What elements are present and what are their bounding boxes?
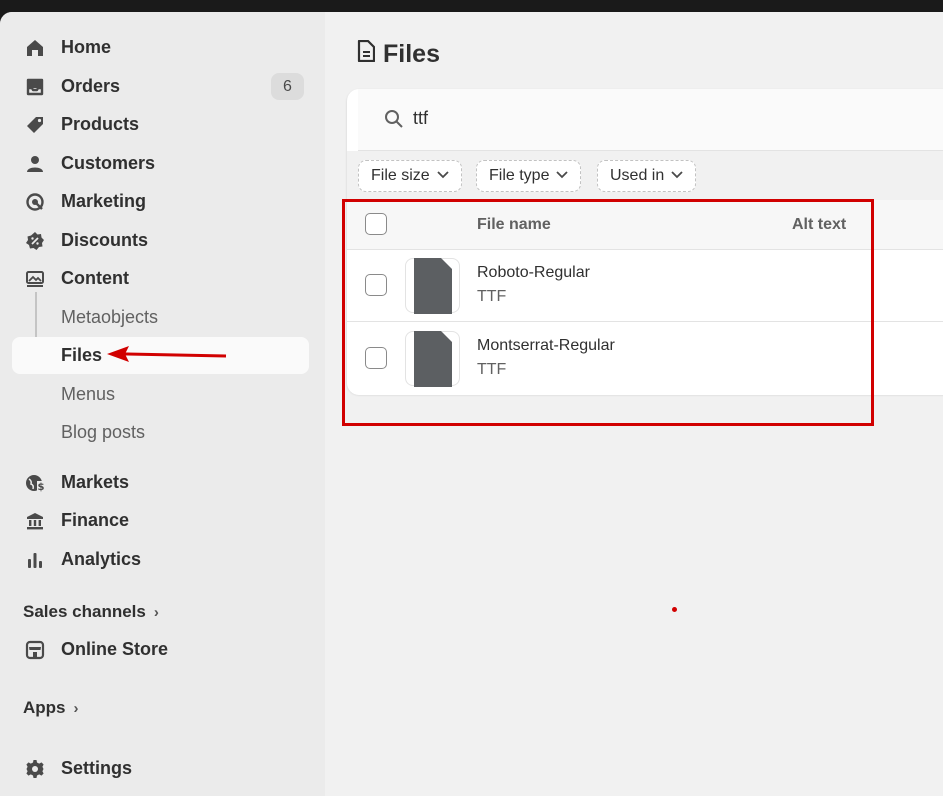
file-icon <box>357 39 376 69</box>
sidebar-item-label: Customers <box>61 153 156 173</box>
file-thumbnail <box>405 257 460 314</box>
sidebar-item-label: Content <box>61 268 129 288</box>
sales-channels-header[interactable]: Sales channels › <box>23 602 159 622</box>
files-card: ttf File size File type Used in File nam… <box>347 89 943 395</box>
chevron-right-icon: › <box>153 603 159 621</box>
sidebar-item-products[interactable]: Products <box>12 106 309 143</box>
chevron-right-icon: › <box>73 699 79 717</box>
table-header: File name Alt text <box>347 200 943 250</box>
file-thumbnail <box>405 330 460 387</box>
filter-label: File type <box>489 167 550 184</box>
chevron-down-icon <box>671 170 683 182</box>
discount-icon <box>24 230 46 252</box>
orders-count-badge: 6 <box>271 73 304 100</box>
person-icon <box>24 153 46 175</box>
sidebar-item-label: Discounts <box>61 230 149 250</box>
globe-icon: $ <box>24 472 46 494</box>
filter-file-type[interactable]: File type <box>476 160 582 192</box>
row-checkbox[interactable] <box>365 274 387 296</box>
sidebar-item-metaobjects[interactable]: Metaobjects <box>12 299 309 336</box>
app-shell: Home Orders 6 Products Customers Marketi… <box>0 12 943 796</box>
top-bar <box>0 0 943 12</box>
apps-header[interactable]: Apps › <box>23 698 79 718</box>
page-title: Files <box>357 39 440 69</box>
tag-icon <box>24 114 46 136</box>
file-name[interactable]: Montserrat-Regular <box>477 337 615 355</box>
annotation-arrow <box>107 346 227 362</box>
apps-title: Apps <box>23 698 66 717</box>
sales-channels-title: Sales channels <box>23 602 146 621</box>
filter-label: Used in <box>610 167 665 184</box>
sidebar-item-label: Menus <box>61 384 116 404</box>
chevron-down-icon <box>556 170 569 182</box>
sidebar-item-label: Home <box>61 37 112 57</box>
sidebar-item-content[interactable]: Content <box>12 260 309 297</box>
sidebar-item-label: Orders <box>61 76 121 96</box>
row-checkbox[interactable] <box>365 347 387 369</box>
sidebar-item-label: Analytics <box>61 549 142 569</box>
chevron-down-icon <box>437 170 449 182</box>
sidebar-item-label: Blog posts <box>61 422 146 442</box>
sidebar-item-label: Marketing <box>61 191 147 211</box>
filter-used-in[interactable]: Used in <box>597 160 697 192</box>
page-title-text: Files <box>383 40 440 68</box>
search-icon <box>384 109 404 134</box>
gear-icon <box>24 758 46 780</box>
column-header-file-name[interactable]: File name <box>477 216 551 234</box>
sidebar-item-settings[interactable]: Settings <box>12 750 309 787</box>
sidebar-item-blog-posts[interactable]: Blog posts <box>12 414 309 451</box>
search-bar[interactable]: ttf <box>358 89 943 151</box>
sidebar-item-finance[interactable]: Finance <box>12 502 309 539</box>
sidebar-item-marketing[interactable]: Marketing <box>12 183 309 220</box>
sidebar-item-label: Finance <box>61 510 130 530</box>
sidebar-item-markets[interactable]: $ Markets <box>12 464 309 501</box>
search-input[interactable]: ttf <box>413 108 428 129</box>
svg-text:$: $ <box>38 482 45 493</box>
bar-chart-icon <box>24 549 46 571</box>
sidebar-item-discounts[interactable]: Discounts <box>12 222 309 259</box>
sidebar-item-analytics[interactable]: Analytics <box>12 541 309 578</box>
filter-bar: File size File type Used in <box>347 151 943 200</box>
table-row[interactable]: Montserrat-Regular TTF <box>347 323 943 395</box>
sidebar-item-label: Online Store <box>61 639 169 659</box>
sidebar-item-label: Files <box>61 345 103 365</box>
document-icon <box>413 330 452 387</box>
sidebar-item-online-store[interactable]: Online Store <box>12 631 309 668</box>
file-type: TTF <box>477 288 507 305</box>
bank-icon <box>24 510 46 532</box>
column-header-alt-text: Alt text <box>792 216 847 233</box>
sidebar-item-customers[interactable]: Customers <box>12 145 309 182</box>
sidebar: Home Orders 6 Products Customers Marketi… <box>0 12 325 796</box>
sidebar-item-label: Settings <box>61 758 133 778</box>
home-icon <box>24 37 46 59</box>
sidebar-item-label: Metaobjects <box>61 307 159 327</box>
sidebar-item-menus[interactable]: Menus <box>12 376 309 413</box>
annotation-dot <box>672 607 677 612</box>
select-all-checkbox[interactable] <box>365 213 387 235</box>
filter-file-size[interactable]: File size <box>358 160 462 192</box>
main-content: Files ttf File size File type Used in Fi… <box>325 12 943 796</box>
image-icon <box>24 268 46 290</box>
sidebar-item-label: Products <box>61 114 140 134</box>
sidebar-item-home[interactable]: Home <box>12 29 309 66</box>
file-type: TTF <box>477 361 507 378</box>
inbox-icon <box>24 76 46 98</box>
file-name[interactable]: Roboto-Regular <box>477 264 590 282</box>
document-icon <box>413 257 452 314</box>
sidebar-item-orders[interactable]: Orders 6 <box>12 68 309 105</box>
table-row[interactable]: Roboto-Regular TTF <box>347 250 943 322</box>
sidebar-item-label: Markets <box>61 472 130 492</box>
store-icon <box>24 639 46 661</box>
target-icon <box>24 191 46 213</box>
filter-label: File size <box>371 167 430 184</box>
